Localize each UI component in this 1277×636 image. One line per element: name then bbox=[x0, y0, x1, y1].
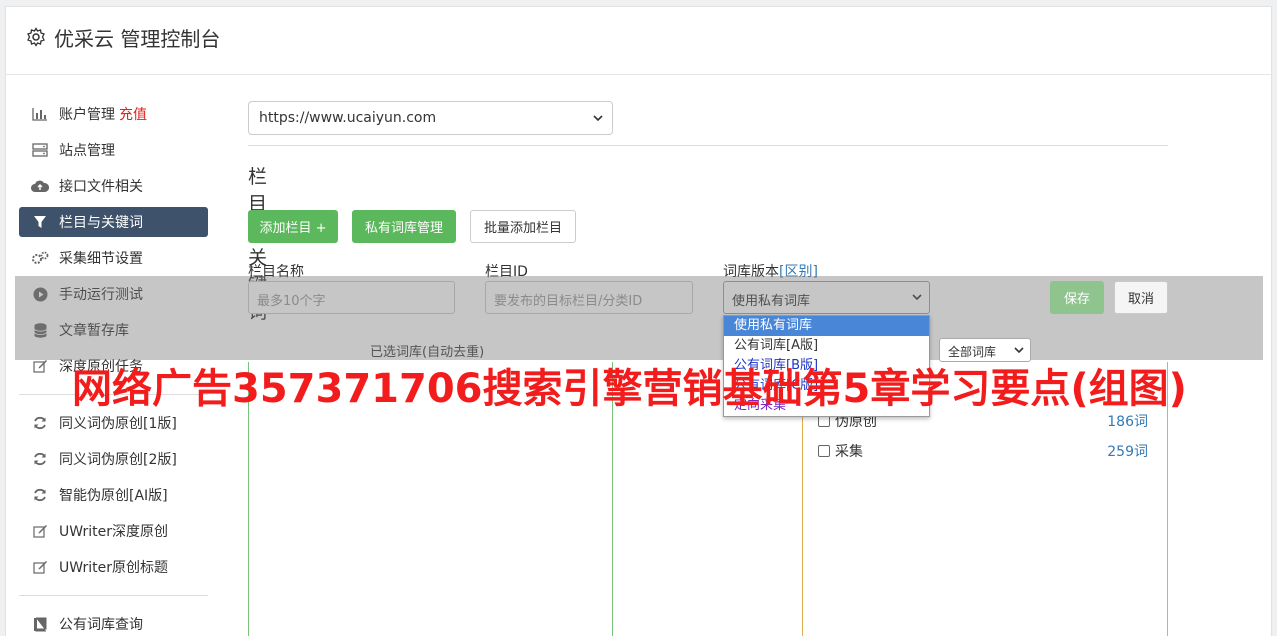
sidebar-item-label: 同义词伪原创[2版] bbox=[59, 452, 177, 468]
sidebar-item-synonym-v2[interactable]: 同义词伪原创[2版] bbox=[19, 444, 208, 474]
cancel-button[interactable]: 取消 bbox=[1114, 281, 1168, 314]
top-bar: 优采云 管理控制台 bbox=[6, 7, 1271, 75]
chevron-down-icon bbox=[1014, 347, 1024, 354]
gears-icon bbox=[31, 250, 49, 266]
cloud-upload-icon bbox=[31, 178, 49, 194]
sidebar-divider bbox=[19, 595, 208, 596]
save-button[interactable]: 保存 bbox=[1050, 281, 1104, 314]
sidebar-item-interface[interactable]: 接口文件相关 bbox=[19, 171, 208, 201]
site-select[interactable]: https://www.ucaiyun.com bbox=[248, 101, 613, 135]
server-icon bbox=[31, 142, 49, 158]
recharge-link[interactable]: 充值 bbox=[119, 104, 147, 124]
sidebar-item-label: UWriter原创标题 bbox=[59, 560, 168, 576]
sidebar-item-label: 接口文件相关 bbox=[59, 179, 143, 195]
sidebar-item-label: UWriter深度原创 bbox=[59, 524, 168, 540]
watermark-text: 网络广告357371706搜索引擎营销基础第5章学习要点(组图) bbox=[72, 366, 1187, 412]
private-library-button[interactable]: 私有词库管理 bbox=[352, 210, 456, 243]
edit-icon bbox=[31, 523, 49, 539]
app-title: 优采云 管理控制台 bbox=[54, 27, 221, 51]
sidebar-item-public-lib[interactable]: 公有词库查询 bbox=[19, 609, 208, 636]
site-select-value: https://www.ucaiyun.com bbox=[259, 110, 437, 126]
chevron-down-icon bbox=[593, 115, 603, 122]
sidebar-item-label: 采集细节设置 bbox=[59, 251, 143, 267]
sidebar-item-columns[interactable]: 栏目与关键词 bbox=[19, 207, 208, 237]
sidebar-item-label: 同义词伪原创[1版] bbox=[59, 416, 177, 432]
library-checkbox[interactable] bbox=[818, 445, 830, 457]
sidebar-item-label: 账户管理 bbox=[59, 107, 115, 123]
library-row[interactable]: 采集 259词 bbox=[818, 441, 1148, 461]
sidebar-item-uwriter-deep[interactable]: UWriter深度原创 bbox=[19, 516, 208, 546]
refresh-icon bbox=[31, 487, 49, 503]
sidebar-item-account[interactable]: 账户管理 充值 bbox=[19, 99, 208, 129]
book-icon bbox=[31, 616, 49, 632]
version-option[interactable]: 使用私有词库 bbox=[724, 316, 929, 336]
refresh-icon bbox=[31, 451, 49, 467]
library-count: 186词 bbox=[1107, 414, 1148, 430]
sidebar-item-label: 站点管理 bbox=[59, 143, 115, 159]
add-column-button[interactable]: 添加栏目 + bbox=[248, 210, 338, 243]
batch-add-button[interactable]: 批量添加栏目 bbox=[470, 210, 576, 243]
library-name: 采集 bbox=[835, 444, 863, 460]
library-count: 259词 bbox=[1107, 444, 1148, 460]
version-option[interactable]: 公有词库[A版] bbox=[724, 336, 929, 356]
bar-chart-icon bbox=[31, 106, 49, 122]
sidebar-item-collect-settings[interactable]: 采集细节设置 bbox=[19, 243, 208, 273]
sidebar-item-ai-rewrite[interactable]: 智能伪原创[AI版] bbox=[19, 480, 208, 510]
edit-icon bbox=[31, 358, 49, 374]
sidebar-item-label: 栏目与关键词 bbox=[59, 215, 143, 231]
gear-icon bbox=[27, 27, 45, 47]
refresh-icon bbox=[31, 415, 49, 431]
sidebar-item-label: 公有词库查询 bbox=[59, 617, 143, 633]
divider bbox=[248, 145, 1168, 146]
sidebar-item-site[interactable]: 站点管理 bbox=[19, 135, 208, 165]
filter-icon bbox=[31, 214, 49, 230]
sidebar-item-uwriter-title[interactable]: UWriter原创标题 bbox=[19, 552, 208, 582]
edit-icon bbox=[31, 559, 49, 575]
sidebar-item-label: 智能伪原创[AI版] bbox=[59, 488, 168, 504]
